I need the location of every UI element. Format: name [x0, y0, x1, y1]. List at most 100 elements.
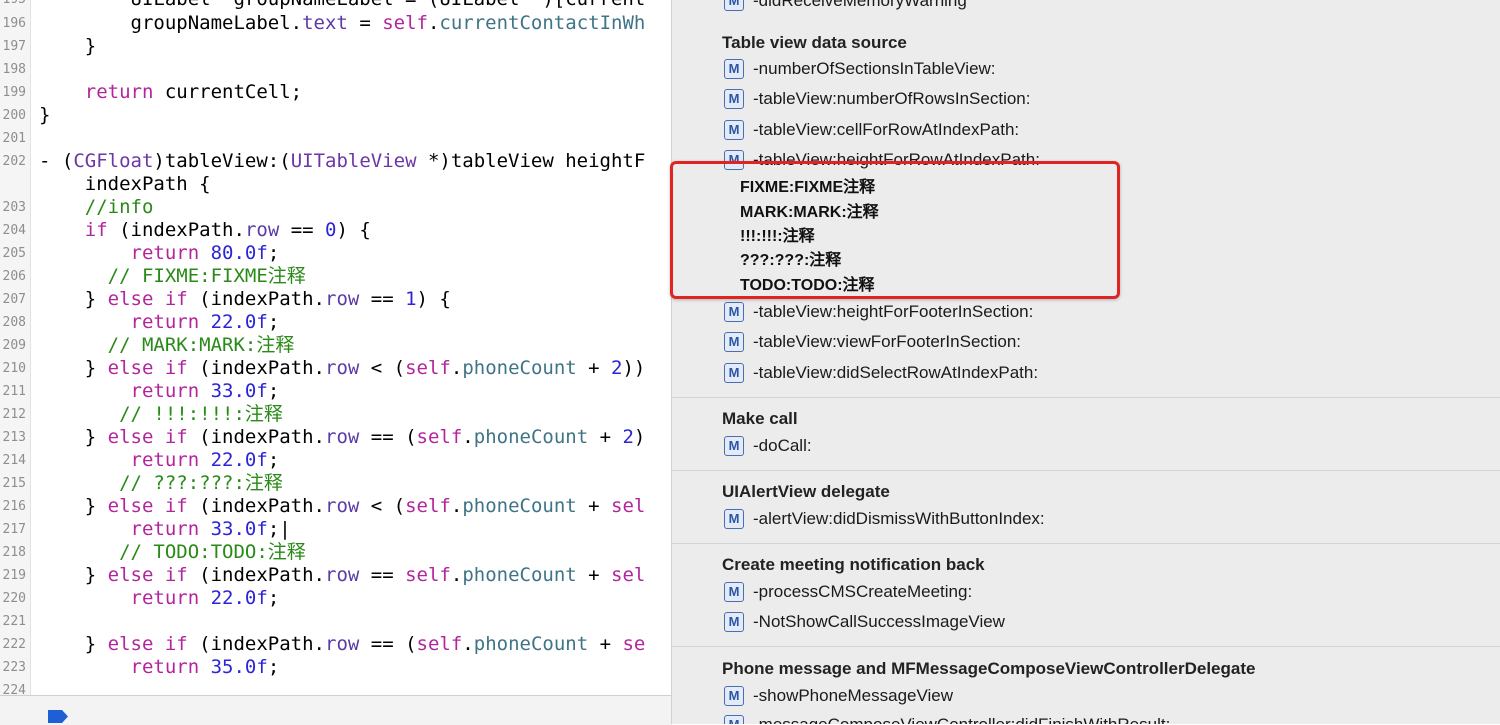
group-divider: [672, 646, 1500, 647]
code-line[interactable]: 203 //info: [0, 196, 672, 219]
code-line[interactable]: 197 }: [0, 35, 672, 58]
code-token: (indexPath.: [187, 633, 325, 655]
code-token: row: [325, 357, 360, 379]
code-text: // TODO:TODO:注释: [39, 541, 306, 564]
code-text: return 22.0f;: [39, 587, 280, 610]
code-token: .: [450, 564, 463, 586]
menu-item[interactable]: M -doCall:: [722, 433, 1482, 459]
code-token: ;: [267, 242, 280, 264]
method-icon: M: [724, 120, 744, 140]
code-line[interactable]: 200}: [0, 104, 672, 127]
mark-comment-item[interactable]: TODO:TODO:注释: [740, 274, 875, 298]
code-text: return 80.0f;: [39, 242, 280, 265]
code-token: 22.0f: [210, 311, 268, 333]
code-line[interactable]: 207 } else if (indexPath.row == 1) {: [0, 288, 672, 311]
code-token: }: [39, 495, 108, 517]
code-line[interactable]: 210 } else if (indexPath.row < (self.pho…: [0, 357, 672, 380]
menu-item[interactable]: M -messageComposeViewController:didFinish…: [722, 712, 1482, 724]
code-line[interactable]: 222 } else if (indexPath.row == (self.ph…: [0, 633, 672, 656]
code-token: =: [347, 12, 383, 34]
menu-item[interactable]: M -alertView:didDismissWithButtonIndex:: [722, 506, 1482, 532]
method-icon: M: [724, 302, 744, 322]
code-text: // FIXME:FIXME注释: [39, 265, 306, 288]
code-line[interactable]: 216 } else if (indexPath.row < (self.pho…: [0, 495, 672, 518]
code-line[interactable]: indexPath {: [0, 173, 672, 196]
code-token: *)tableView heightF: [416, 150, 646, 172]
code-line[interactable]: 217 return 33.0f;|: [0, 518, 672, 541]
menu-item[interactable]: M -didReceiveMemoryWarning: [722, 0, 1482, 14]
code-line[interactable]: 215 // ???:???:注释: [0, 472, 672, 495]
menu-item-label: -alertView:didDismissWithButtonIndex:: [753, 509, 1045, 528]
code-line[interactable]: 214 return 22.0f;: [0, 449, 672, 472]
line-number: 218: [2, 545, 26, 560]
code-line[interactable]: 204 if (indexPath.row == 0) {: [0, 219, 672, 242]
code-line[interactable]: 212 // !!!:!!!:注释: [0, 403, 672, 426]
code-line[interactable]: 198: [0, 58, 672, 81]
menu-item[interactable]: M -tableView:numberOfRowsInSection:: [722, 86, 1482, 112]
mark-comment-item[interactable]: ???:???:注释: [740, 249, 841, 273]
code-line[interactable]: 196 groupNameLabel.text = self.currentCo…: [0, 12, 672, 35]
code-token: }: [39, 426, 108, 448]
code-line[interactable]: 195 UILabel *groupNameLabel = (UILabel *…: [0, 0, 672, 11]
code-line[interactable]: 224: [0, 679, 672, 695]
code-token: .: [462, 633, 474, 655]
code-token: sel: [611, 564, 646, 586]
code-token: 80.0f: [210, 242, 268, 264]
code-line[interactable]: 219 } else if (indexPath.row == self.pho…: [0, 564, 672, 587]
code-token: +: [588, 426, 623, 448]
code-editor[interactable]: 195 UILabel *groupNameLabel = (UILabel *…: [0, 0, 672, 695]
code-line[interactable]: 209 // MARK:MARK:注释: [0, 334, 672, 357]
code-line[interactable]: 202 - (CGFloat)tableView:(UITableView *)t…: [0, 150, 672, 173]
code-token: phoneCount: [473, 633, 589, 655]
menu-item[interactable]: M -NotShowCallSuccessImageView: [722, 609, 1482, 635]
code-text: } else if (indexPath.row == self.phoneCo…: [39, 564, 646, 587]
code-line[interactable]: 201: [0, 127, 672, 150]
group-divider: [672, 543, 1500, 544]
code-token: ==: [359, 288, 406, 310]
menu-item[interactable]: M -tableView:didSelectRowAtIndexPath:: [722, 360, 1482, 386]
code-line[interactable]: 211 return 33.0f;: [0, 380, 672, 403]
code-line[interactable]: 208 return 22.0f;: [0, 311, 672, 334]
code-token: return: [84, 81, 154, 103]
code-line[interactable]: 223 return 35.0f;: [0, 656, 672, 679]
symbol-navigator-popup[interactable]: M -didReceiveMemoryWarning Table view da…: [671, 0, 1500, 724]
code-token: text: [302, 12, 348, 34]
code-token: phoneCount: [462, 564, 577, 586]
code-token: indexPath {: [39, 173, 211, 195]
code-line[interactable]: 218 // TODO:TODO:注释: [0, 541, 672, 564]
code-text: return currentCell;: [39, 81, 302, 104]
code-line[interactable]: 206 // FIXME:FIXME注释: [0, 265, 672, 288]
menu-item-label: -tableView:numberOfRowsInSection:: [753, 89, 1031, 108]
code-line[interactable]: 205 return 80.0f;: [0, 242, 672, 265]
mark-comment-item[interactable]: !!!:!!!:注释: [740, 225, 815, 249]
menu-item[interactable]: M -numberOfSectionsInTableView:: [722, 56, 1482, 82]
group-title: UIAlertView delegate: [722, 482, 890, 501]
code-token: return: [130, 242, 200, 264]
code-line[interactable]: 221: [0, 610, 672, 633]
mark-comment-item[interactable]: FIXME:FIXME注释: [740, 176, 875, 200]
line-number: 208: [2, 315, 26, 330]
line-number: 223: [2, 660, 26, 675]
code-token: 22.0f: [210, 449, 268, 471]
code-token: currentContactInWh: [439, 12, 646, 34]
menu-item[interactable]: M -showPhoneMessageView: [722, 683, 1482, 709]
menu-item[interactable]: M -tableView:heightForRowAtIndexPath:: [722, 147, 1482, 173]
menu-item[interactable]: M -tableView:heightForFooterInSection:: [722, 299, 1482, 325]
menu-item[interactable]: M -processCMSCreateMeeting:: [722, 579, 1482, 605]
line-number: 199: [2, 85, 26, 100]
menu-item[interactable]: M -tableView:viewForFooterInSection:: [722, 329, 1482, 355]
code-token: UILabel *groupNameLabel = (UILabel *)[cu…: [39, 0, 646, 10]
code-line[interactable]: 213 } else if (indexPath.row == (self.ph…: [0, 426, 672, 449]
menu-item[interactable]: M -tableView:cellForRowAtIndexPath:: [722, 117, 1482, 143]
code-line[interactable]: 220 return 22.0f;: [0, 587, 672, 610]
mark-comment-item[interactable]: MARK:MARK:注释: [740, 201, 879, 225]
code-token: CGFloat: [73, 150, 154, 172]
code-token: return: [130, 587, 200, 609]
code-token: return: [130, 380, 200, 402]
breakpoint-icon[interactable]: [48, 710, 68, 723]
code-line[interactable]: 199 return currentCell;: [0, 81, 672, 104]
